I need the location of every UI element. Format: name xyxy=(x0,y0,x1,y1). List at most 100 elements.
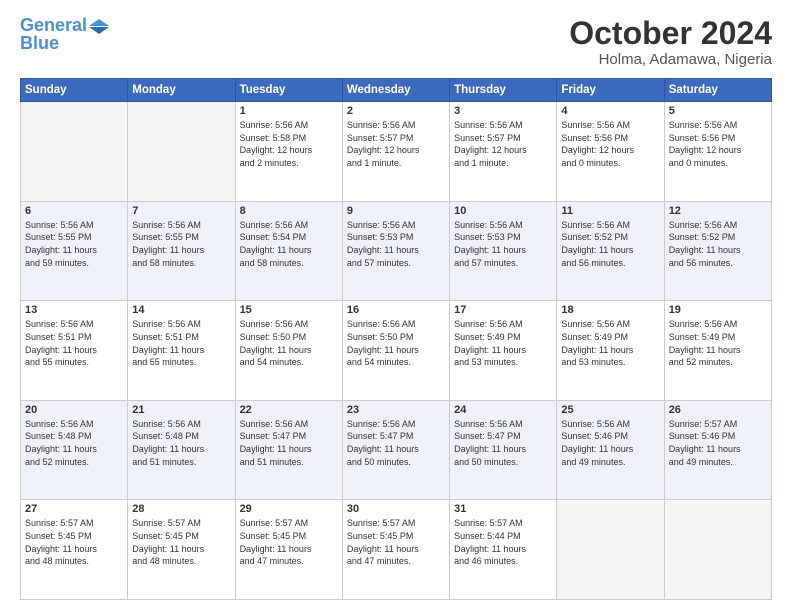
cell-w0-d4: 3 Sunrise: 5:56 AM Sunset: 5:57 PM Daylig… xyxy=(450,102,557,202)
day-detail: Sunrise: 5:57 AM Sunset: 5:46 PM Dayligh… xyxy=(669,418,767,468)
day-detail: Sunrise: 5:56 AM Sunset: 5:57 PM Dayligh… xyxy=(454,119,552,169)
day-number: 22 xyxy=(240,404,338,416)
day-number: 20 xyxy=(25,404,123,416)
day-detail: Sunrise: 5:56 AM Sunset: 5:51 PM Dayligh… xyxy=(25,318,123,368)
day-detail: Sunrise: 5:56 AM Sunset: 5:58 PM Dayligh… xyxy=(240,119,338,169)
cell-w2-d2: 15Sunrise: 5:56 AM Sunset: 5:50 PM Dayli… xyxy=(235,301,342,401)
day-number: 30 xyxy=(347,503,445,515)
col-sunday: Sunday xyxy=(21,79,128,102)
cell-w1-d5: 11 Sunrise: 5:56 AM Sunset: 5:52 PM Dayli… xyxy=(557,201,664,301)
day-detail: Sunrise: 5:56 AM Sunset: 5:49 PM Dayligh… xyxy=(454,318,552,368)
day-detail: Sunrise: 5:56 AM Sunset: 5:47 PM Dayligh… xyxy=(347,418,445,468)
day-number: 29 xyxy=(240,503,338,515)
day-detail: Sunrise: 5:56 AM Sunset: 5:51 PM Dayligh… xyxy=(132,318,230,368)
day-detail: Sunrise: 5:56 AM Sunset: 5:46 PM Dayligh… xyxy=(561,418,659,468)
day-detail: Sunrise: 5:56 AM Sunset: 5:49 PM Dayligh… xyxy=(561,318,659,368)
day-detail: Sunrise: 5:57 AM Sunset: 5:45 PM Dayligh… xyxy=(240,517,338,567)
day-detail: Sunrise: 5:56 AM Sunset: 5:52 PM Dayligh… xyxy=(561,219,659,269)
day-number: 11 xyxy=(561,205,659,217)
day-detail: Sunrise: 5:56 AM Sunset: 5:53 PM Dayligh… xyxy=(454,219,552,269)
cell-w1-d2: 8 Sunrise: 5:56 AM Sunset: 5:54 PM Daylig… xyxy=(235,201,342,301)
day-detail: Sunrise: 5:56 AM Sunset: 5:55 PM Dayligh… xyxy=(132,219,230,269)
cell-w3-d6: 26Sunrise: 5:57 AM Sunset: 5:46 PM Dayli… xyxy=(664,400,771,500)
cell-w0-d2: 1 Sunrise: 5:56 AM Sunset: 5:58 PM Daylig… xyxy=(235,102,342,202)
cell-w0-d3: 2 Sunrise: 5:56 AM Sunset: 5:57 PM Daylig… xyxy=(342,102,449,202)
cell-w3-d0: 20Sunrise: 5:56 AM Sunset: 5:48 PM Dayli… xyxy=(21,400,128,500)
cell-w0-d1 xyxy=(128,102,235,202)
cell-w4-d0: 27Sunrise: 5:57 AM Sunset: 5:45 PM Dayli… xyxy=(21,500,128,600)
cell-w3-d2: 22 Sunrise: 5:56 AM Sunset: 5:47 PM Dayli… xyxy=(235,400,342,500)
day-detail: Sunrise: 5:56 AM Sunset: 5:56 PM Dayligh… xyxy=(669,119,767,169)
col-tuesday: Tuesday xyxy=(235,79,342,102)
day-detail: Sunrise: 5:57 AM Sunset: 5:45 PM Dayligh… xyxy=(25,517,123,567)
day-number: 14 xyxy=(132,304,230,316)
day-number: 13 xyxy=(25,304,123,316)
week-row-4: 20Sunrise: 5:56 AM Sunset: 5:48 PM Dayli… xyxy=(21,400,772,500)
col-thursday: Thursday xyxy=(450,79,557,102)
cell-w2-d5: 18 Sunrise: 5:56 AM Sunset: 5:49 PM Dayli… xyxy=(557,301,664,401)
cell-w2-d1: 14 Sunrise: 5:56 AM Sunset: 5:51 PM Dayli… xyxy=(128,301,235,401)
day-detail: Sunrise: 5:56 AM Sunset: 5:57 PM Dayligh… xyxy=(347,119,445,169)
cell-w0-d0 xyxy=(21,102,128,202)
day-number: 28 xyxy=(132,503,230,515)
day-number: 25 xyxy=(561,404,659,416)
logo-text-2: Blue xyxy=(20,34,59,54)
cell-w4-d4: 31 Sunrise: 5:57 AM Sunset: 5:44 PM Dayli… xyxy=(450,500,557,600)
location: Holma, Adamawa, Nigeria xyxy=(569,51,772,68)
day-number: 18 xyxy=(561,304,659,316)
week-row-5: 27Sunrise: 5:57 AM Sunset: 5:45 PM Dayli… xyxy=(21,500,772,600)
day-number: 6 xyxy=(25,205,123,217)
cell-w3-d1: 21Sunrise: 5:56 AM Sunset: 5:48 PM Dayli… xyxy=(128,400,235,500)
day-number: 8 xyxy=(240,205,338,217)
col-monday: Monday xyxy=(128,79,235,102)
day-detail: Sunrise: 5:57 AM Sunset: 5:44 PM Dayligh… xyxy=(454,517,552,567)
day-detail: Sunrise: 5:56 AM Sunset: 5:50 PM Dayligh… xyxy=(240,318,338,368)
day-number: 4 xyxy=(561,105,659,117)
day-detail: Sunrise: 5:57 AM Sunset: 5:45 PM Dayligh… xyxy=(132,517,230,567)
week-row-2: 6 Sunrise: 5:56 AM Sunset: 5:55 PM Daylig… xyxy=(21,201,772,301)
day-number: 12 xyxy=(669,205,767,217)
header-row: Sunday Monday Tuesday Wednesday Thursday… xyxy=(21,79,772,102)
cell-w2-d4: 17Sunrise: 5:56 AM Sunset: 5:49 PM Dayli… xyxy=(450,301,557,401)
page: General Blue October 2024 Holma, Adamawa… xyxy=(0,0,792,612)
week-row-1: 1 Sunrise: 5:56 AM Sunset: 5:58 PM Daylig… xyxy=(21,102,772,202)
col-saturday: Saturday xyxy=(664,79,771,102)
day-number: 31 xyxy=(454,503,552,515)
day-number: 24 xyxy=(454,404,552,416)
day-number: 10 xyxy=(454,205,552,217)
col-wednesday: Wednesday xyxy=(342,79,449,102)
day-detail: Sunrise: 5:56 AM Sunset: 5:47 PM Dayligh… xyxy=(454,418,552,468)
cell-w3-d4: 24 Sunrise: 5:56 AM Sunset: 5:47 PM Dayli… xyxy=(450,400,557,500)
cell-w2-d6: 19Sunrise: 5:56 AM Sunset: 5:49 PM Dayli… xyxy=(664,301,771,401)
day-detail: Sunrise: 5:56 AM Sunset: 5:49 PM Dayligh… xyxy=(669,318,767,368)
cell-w1-d4: 10 Sunrise: 5:56 AM Sunset: 5:53 PM Dayli… xyxy=(450,201,557,301)
month-title: October 2024 xyxy=(569,16,772,51)
day-detail: Sunrise: 5:56 AM Sunset: 5:56 PM Dayligh… xyxy=(561,119,659,169)
cell-w4-d1: 28 Sunrise: 5:57 AM Sunset: 5:45 PM Dayli… xyxy=(128,500,235,600)
cell-w2-d0: 13 Sunrise: 5:56 AM Sunset: 5:51 PM Dayli… xyxy=(21,301,128,401)
day-number: 23 xyxy=(347,404,445,416)
day-number: 16 xyxy=(347,304,445,316)
cell-w4-d2: 29 Sunrise: 5:57 AM Sunset: 5:45 PM Dayli… xyxy=(235,500,342,600)
cell-w1-d1: 7Sunrise: 5:56 AM Sunset: 5:55 PM Daylig… xyxy=(128,201,235,301)
col-friday: Friday xyxy=(557,79,664,102)
cell-w3-d3: 23 Sunrise: 5:56 AM Sunset: 5:47 PM Dayli… xyxy=(342,400,449,500)
header: General Blue October 2024 Holma, Adamawa… xyxy=(20,16,772,68)
day-number: 2 xyxy=(347,105,445,117)
day-number: 3 xyxy=(454,105,552,117)
day-detail: Sunrise: 5:56 AM Sunset: 5:55 PM Dayligh… xyxy=(25,219,123,269)
cell-w1-d0: 6 Sunrise: 5:56 AM Sunset: 5:55 PM Daylig… xyxy=(21,201,128,301)
day-detail: Sunrise: 5:56 AM Sunset: 5:52 PM Dayligh… xyxy=(669,219,767,269)
cell-w1-d6: 12 Sunrise: 5:56 AM Sunset: 5:52 PM Dayli… xyxy=(664,201,771,301)
title-area: October 2024 Holma, Adamawa, Nigeria xyxy=(569,16,772,68)
day-number: 9 xyxy=(347,205,445,217)
day-detail: Sunrise: 5:56 AM Sunset: 5:47 PM Dayligh… xyxy=(240,418,338,468)
cell-w0-d6: 5 Sunrise: 5:56 AM Sunset: 5:56 PM Daylig… xyxy=(664,102,771,202)
day-detail: Sunrise: 5:57 AM Sunset: 5:45 PM Dayligh… xyxy=(347,517,445,567)
day-detail: Sunrise: 5:56 AM Sunset: 5:54 PM Dayligh… xyxy=(240,219,338,269)
day-number: 5 xyxy=(669,105,767,117)
day-detail: Sunrise: 5:56 AM Sunset: 5:50 PM Dayligh… xyxy=(347,318,445,368)
day-number: 1 xyxy=(240,105,338,117)
cell-w4-d3: 30 Sunrise: 5:57 AM Sunset: 5:45 PM Dayli… xyxy=(342,500,449,600)
week-row-3: 13 Sunrise: 5:56 AM Sunset: 5:51 PM Dayli… xyxy=(21,301,772,401)
